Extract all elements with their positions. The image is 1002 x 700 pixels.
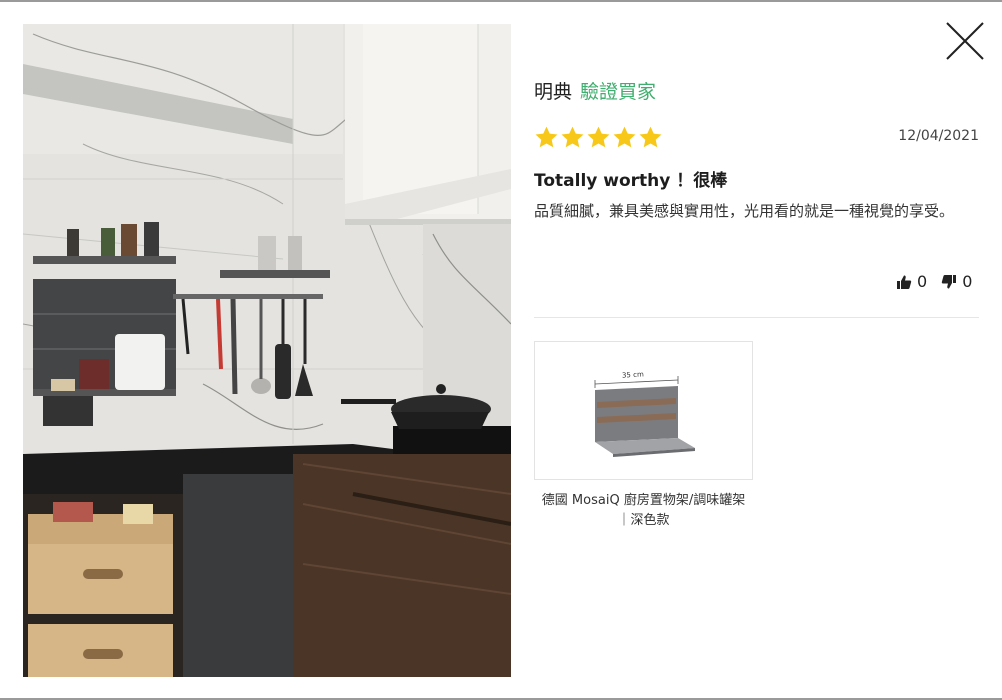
helpful-count: 0	[917, 272, 928, 291]
star-icon	[535, 126, 558, 148]
product-image: 35 cm	[594, 370, 695, 457]
verified-buyer-badge: 驗證買家	[580, 81, 657, 103]
review-votes: 0 0	[896, 272, 972, 291]
section-divider	[534, 317, 979, 318]
review-title: Totally worthy ！很棒	[534, 171, 728, 191]
star-icon	[613, 126, 636, 148]
close-icon	[946, 22, 984, 60]
helpful-vote-button[interactable]: 0	[896, 272, 927, 291]
review-date: 12/04/2021	[898, 128, 979, 144]
close-button[interactable]	[944, 20, 986, 62]
star-icon	[639, 126, 662, 148]
star-rating	[534, 125, 663, 150]
review-photo[interactable]	[23, 24, 511, 677]
product-name-link[interactable]: 德國 MosaiQ 廚房置物架/調味罐架 ｜深色款	[534, 491, 753, 531]
dimension-label: 35 cm	[622, 370, 644, 379]
reviewer-name: 明典	[534, 81, 573, 103]
thumbs-up-icon	[897, 275, 912, 289]
star-icon	[587, 126, 610, 148]
unhelpful-vote-button[interactable]: 0	[941, 272, 972, 291]
review-body: 品質細膩，兼具美感與實用性，光用看的就是一種視覺的享受。	[534, 202, 955, 220]
unhelpful-count: 0	[962, 272, 973, 291]
star-icon	[561, 126, 584, 148]
modal-top-border	[0, 0, 1002, 2]
product-image-card[interactable]: 35 cm	[534, 341, 753, 480]
thumbs-down-icon	[941, 274, 957, 288]
reviewer-info: 明典 驗證買家	[534, 77, 656, 104]
